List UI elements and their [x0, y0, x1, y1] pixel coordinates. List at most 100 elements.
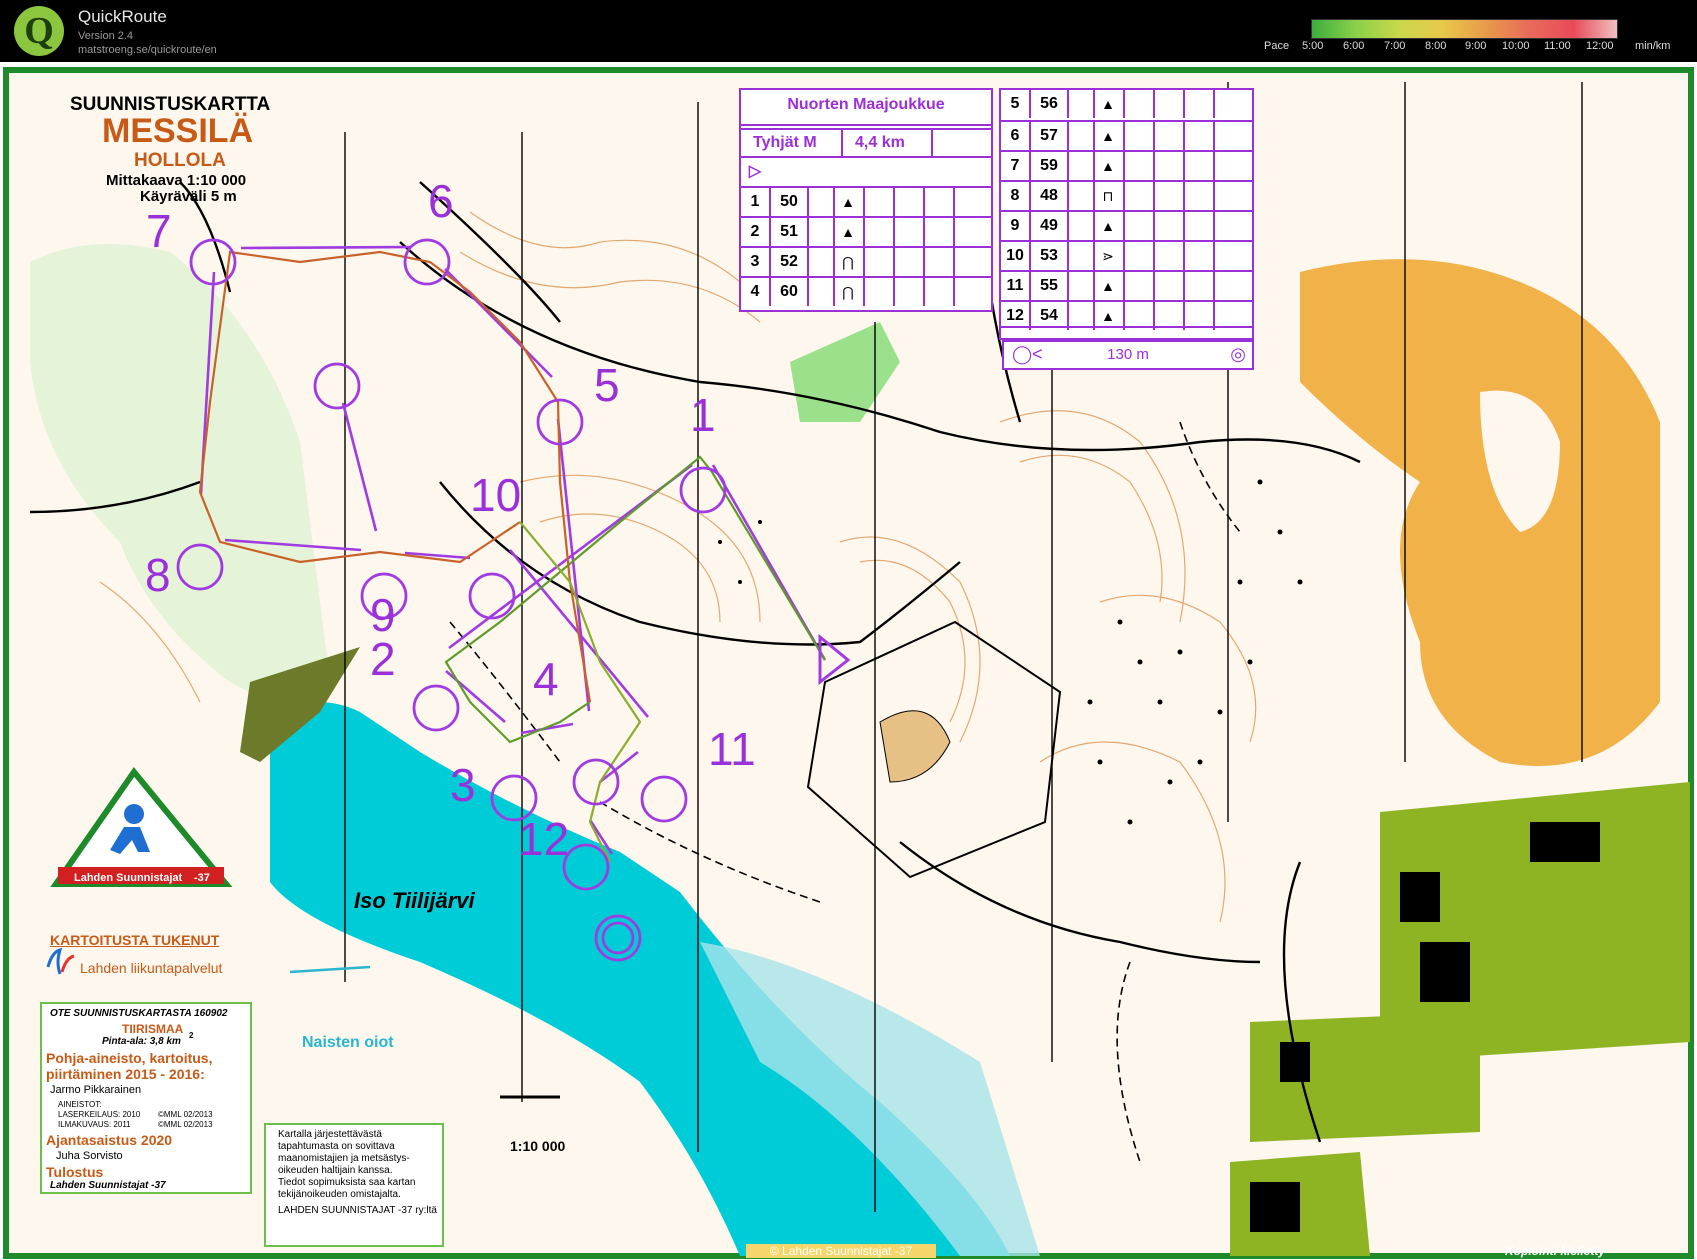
- pace-color-scale: [1311, 19, 1618, 39]
- hill-icon: ⋂: [842, 254, 854, 270]
- pace-tick: 6:00: [1343, 40, 1365, 52]
- pace-tick: 10:00: [1502, 40, 1530, 52]
- control-code: 52: [780, 253, 798, 270]
- app-header: Q QuickRoute Version 2.4 matstroeng.se/q…: [0, 0, 1697, 62]
- control-number: 2: [750, 223, 760, 240]
- update-title: Ajantasaistus 2020: [46, 1132, 173, 1148]
- control-number: 10: [1006, 247, 1024, 264]
- control-number: 7: [1010, 157, 1020, 174]
- knoll-icon: ▲: [1101, 218, 1115, 234]
- aerial-copyright: ©MML 02/2013: [158, 1120, 213, 1129]
- legal-line: tapahtumasta on sovittava: [278, 1141, 395, 1152]
- control-code: 59: [1040, 157, 1058, 174]
- legal-line: maanomistajien ja metsästys-: [278, 1153, 410, 1164]
- app-version: Version 2.4: [78, 30, 134, 42]
- pace-unit: min/km: [1635, 40, 1671, 52]
- finish-circle-icon: ◎: [1230, 344, 1246, 364]
- pace-tick: 12:00: [1586, 40, 1614, 52]
- support-org: Lahden liikuntapalvelut: [80, 960, 223, 976]
- finish-distance: 130 m: [1107, 346, 1149, 363]
- control-number: 8: [1010, 187, 1020, 204]
- control-code: 57: [1040, 127, 1058, 144]
- reentrant-icon: ⋗: [1102, 248, 1114, 264]
- control-number: 3: [750, 253, 760, 270]
- control-label: 7: [146, 205, 172, 257]
- laser-year: LASERKEILAUS: 2010: [58, 1110, 141, 1119]
- lake-name: Iso Tiilijärvi: [354, 888, 475, 913]
- control-code: 53: [1040, 247, 1058, 264]
- basis-title: Pohja-aineisto, kartoitus,: [46, 1050, 213, 1066]
- map-contour-interval: Käyräväli 5 m: [140, 188, 237, 205]
- club-number: -37: [194, 872, 210, 884]
- updater: Juha Sorvisto: [56, 1150, 123, 1162]
- control-label: 3: [450, 759, 476, 811]
- support-title: KARTOITUSTA TUKENUT: [50, 932, 220, 948]
- control-descriptions-left: Nuorten Maajoukkue Tyhjät M 4,4 km ▷ 1 5…: [739, 88, 993, 312]
- knoll-icon: ▲: [1101, 158, 1115, 174]
- control-label: 6: [428, 175, 454, 227]
- legal-line: tekijänoikeuden omistajalta.: [278, 1189, 401, 1200]
- hill-icon: ⋂: [842, 284, 854, 300]
- print-title: Tulostus: [46, 1164, 104, 1180]
- aerial-year: ILMAKUVAUS: 2011: [58, 1120, 131, 1129]
- printer: Lahden Suunnistajat -37: [50, 1180, 166, 1191]
- start-symbol-icon: ▷: [748, 163, 762, 180]
- basis-title: piirtäminen 2015 - 2016:: [46, 1066, 205, 1082]
- control-number: 9: [1010, 217, 1020, 234]
- control-label: 11: [708, 723, 756, 775]
- control-label: 10: [470, 469, 522, 521]
- control-label: 9: [370, 589, 396, 641]
- quickroute-logo-icon: Q: [14, 6, 64, 56]
- footer-copyright: © Lahden Suunnistajat -37: [746, 1244, 936, 1258]
- scale-bar-label: 1:10 000: [510, 1138, 566, 1154]
- pace-tick: 7:00: [1384, 40, 1406, 52]
- materials-label: AINEISTOT:: [58, 1100, 102, 1109]
- pace-tick: 11:00: [1544, 40, 1571, 52]
- knoll-icon: ▲: [1101, 278, 1115, 294]
- control-code: 48: [1040, 187, 1058, 204]
- map-scale: Mittakaava 1:10 000: [106, 172, 247, 189]
- course-class: Tyhjät M: [753, 134, 817, 151]
- control-label: 5: [594, 359, 620, 411]
- control-code: 51: [780, 223, 798, 240]
- app-url-link[interactable]: matstroeng.se/quickroute/en: [78, 44, 217, 56]
- control-number: 1: [750, 193, 760, 210]
- control-label: 8: [145, 549, 171, 601]
- women-courses-label: Naisten oiot: [302, 1034, 394, 1051]
- footer-no-copy: Kopiointi kielletty: [1505, 1244, 1606, 1258]
- control-descriptions-right: 5 56 ▲ 6 57 ▲ 7 59 ▲ 8 48 ⊓ 9 49 ▲ 10 53…: [999, 88, 1254, 340]
- orienteering-map[interactable]: SUUNNISTUSKARTTA MESSILÄ HOLLOLA Mittaka…: [0, 62, 1697, 1260]
- course-length: 4,4 km: [855, 134, 905, 151]
- control-number: 6: [1010, 127, 1020, 144]
- laser-copyright: ©MML 02/2013: [158, 1110, 213, 1119]
- control-code: 56: [1040, 95, 1058, 112]
- map-info-box: OTE SUUNNISTUSKARTASTA 160902 TIIRISMAA …: [40, 1002, 252, 1194]
- control-code: 49: [1040, 217, 1058, 234]
- control-number: 11: [1006, 277, 1024, 294]
- map-name: MESSILÄ: [102, 112, 254, 150]
- map-municipality: HOLLOLA: [134, 150, 226, 171]
- finish-row: ◯< 130 m ◎: [1002, 340, 1254, 370]
- legal-notice-box: Kartalla järjestettävästä tapahtumasta o…: [264, 1123, 444, 1247]
- fence-icon: ⊓: [1102, 188, 1114, 204]
- club-name: Lahden Suunnistajat: [74, 872, 183, 884]
- pace-tick: 9:00: [1465, 40, 1487, 52]
- control-code: 55: [1040, 277, 1058, 294]
- mapper: Jarmo Pikkarainen: [50, 1084, 142, 1096]
- control-label: 4: [533, 653, 559, 705]
- control-number: 4: [750, 283, 760, 300]
- control-code: 50: [780, 193, 798, 210]
- area-name: TIIRISMAA: [122, 1022, 184, 1036]
- legal-line: Tiedot sopimuksista saa kartan: [278, 1177, 416, 1188]
- legal-line: oikeuden haltijain kanssa.: [278, 1165, 393, 1176]
- control-label: 1: [690, 389, 716, 441]
- area-size: Pinta-ala: 3,8 km: [102, 1036, 181, 1047]
- legal-line: LAHDEN SUUNNISTAJAT -37 ry:ltä: [278, 1205, 437, 1216]
- app-title: QuickRoute: [78, 7, 167, 26]
- legal-line: Kartalla järjestettävästä: [278, 1129, 382, 1140]
- knoll-icon: ▲: [841, 224, 855, 240]
- pace-label: Pace: [1264, 40, 1290, 52]
- control-number: 5: [1010, 95, 1020, 112]
- control-code: 60: [780, 283, 798, 300]
- knoll-icon: ▲: [1101, 96, 1115, 112]
